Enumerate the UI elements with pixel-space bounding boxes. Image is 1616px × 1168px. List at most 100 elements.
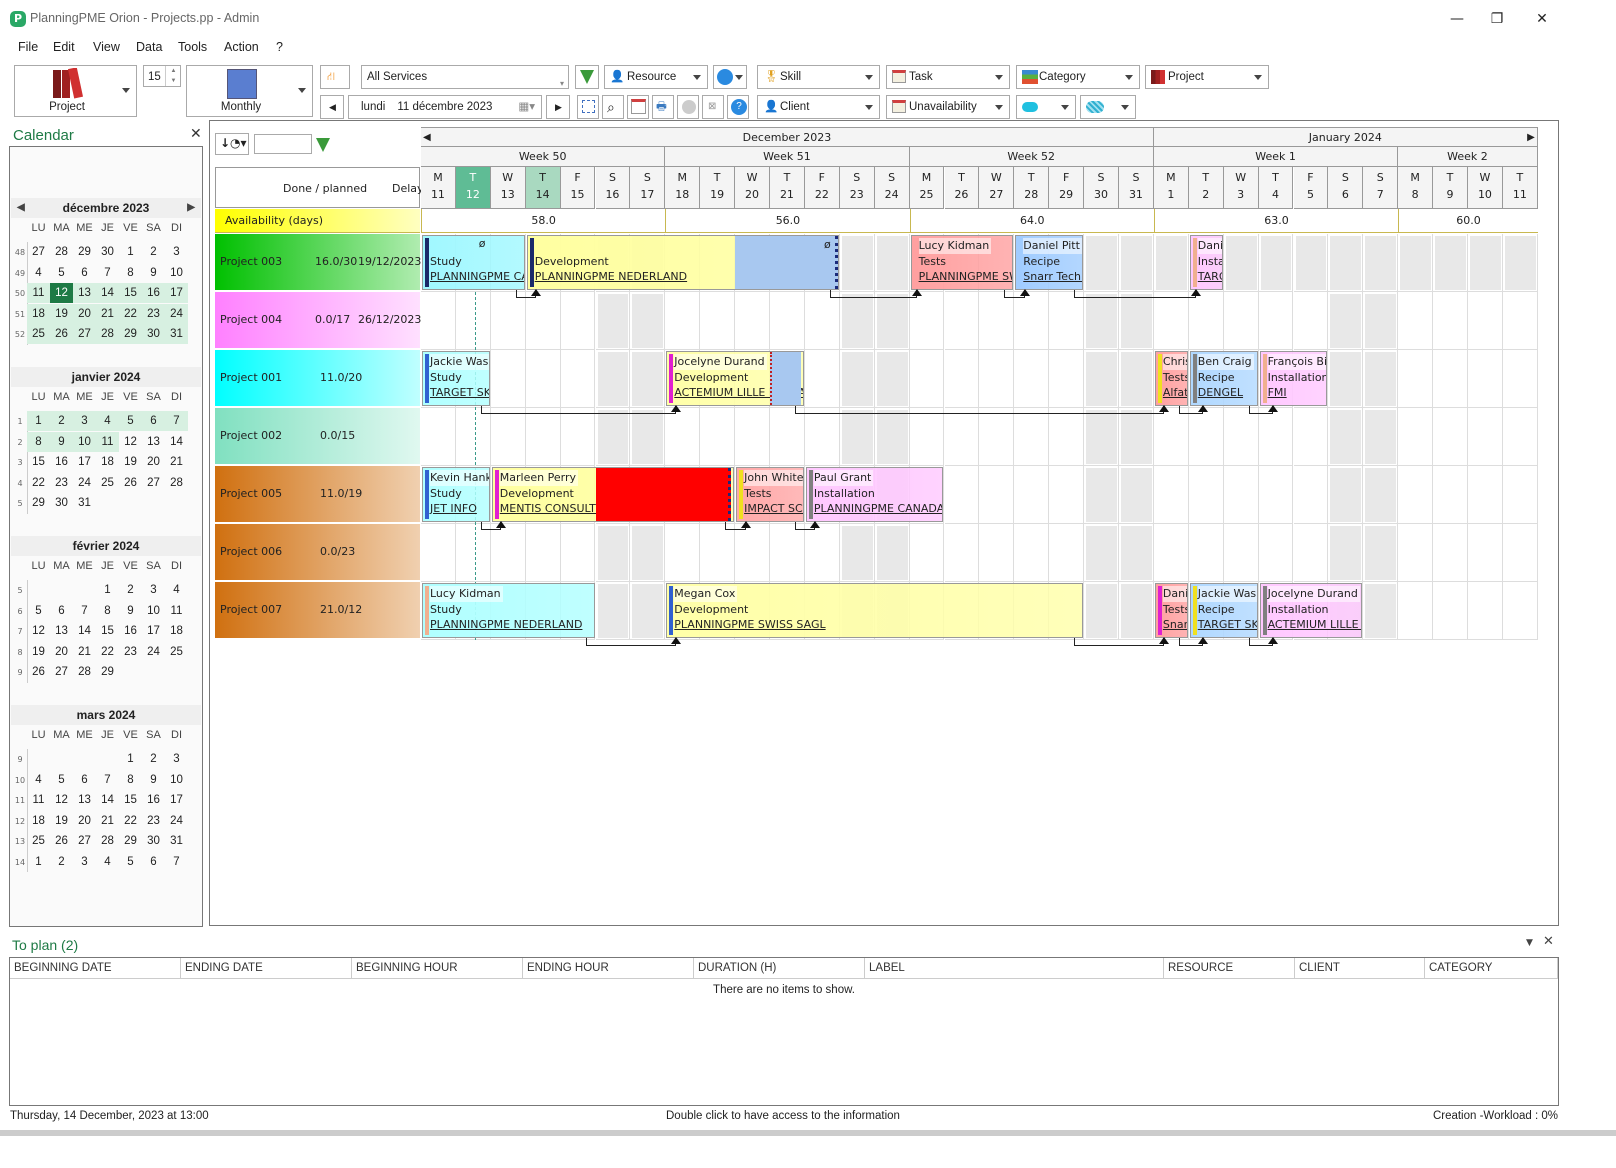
calendar-day[interactable]: 7: [96, 770, 119, 790]
grid-cell[interactable]: [1293, 292, 1329, 350]
task-dropdown[interactable]: Task: [886, 65, 1010, 89]
task-bar[interactable]: Kevin HanksStudyJET INFO: [422, 467, 490, 522]
day-header[interactable]: S 17: [630, 167, 666, 209]
calendar-day[interactable]: 7: [165, 852, 188, 872]
day-header[interactable]: T 19: [700, 167, 736, 209]
calendar-day[interactable]: 4: [96, 411, 119, 431]
resource-dropdown[interactable]: 👤 Resource: [604, 65, 708, 89]
grid-cell[interactable]: [735, 408, 770, 466]
view-selector-button[interactable]: Project: [14, 65, 137, 117]
calendar-day[interactable]: 10: [142, 601, 165, 621]
calendar-day[interactable]: 2: [50, 852, 73, 872]
calendar-day[interactable]: 5: [50, 263, 73, 283]
menu-data[interactable]: Data: [136, 40, 162, 54]
calendar-day[interactable]: 15: [119, 790, 142, 810]
project-row-label[interactable]: Project 005 11.0/19: [215, 466, 420, 522]
grid-cell[interactable]: [944, 524, 980, 582]
calendar-day[interactable]: 18: [165, 621, 188, 641]
grid-cell[interactable]: [979, 466, 1015, 524]
calendar-day[interactable]: 9: [50, 431, 73, 452]
grid-cell[interactable]: [1433, 408, 1468, 466]
calendar-check-button[interactable]: [627, 95, 649, 119]
calendar-day[interactable]: 24: [165, 811, 188, 831]
hierarchy-filter-button[interactable]: ⛙: [320, 65, 350, 89]
calendar-dropdown-icon[interactable]: ▦▾: [518, 96, 535, 118]
calendar-day[interactable]: 12: [27, 621, 50, 641]
horizontal-scrollbar[interactable]: [0, 1130, 1616, 1136]
day-header[interactable]: M 18: [665, 167, 701, 209]
calendar-day[interactable]: 14: [165, 432, 188, 452]
grid-cell[interactable]: [560, 408, 596, 466]
calendar-day[interactable]: 15: [27, 452, 50, 472]
grid-cell[interactable]: [665, 408, 701, 466]
grid-cell[interactable]: [1258, 408, 1294, 466]
grid-cell[interactable]: [1049, 292, 1085, 350]
calendar-day[interactable]: 13: [73, 790, 96, 810]
scroll-left-icon[interactable]: ◀: [423, 128, 431, 148]
filter-funnel-icon[interactable]: [316, 138, 330, 152]
day-header[interactable]: T 11: [1502, 167, 1538, 209]
task-client[interactable]: PLANNINGPME CANADA: [430, 269, 524, 285]
calendar-day[interactable]: 29: [119, 831, 142, 851]
grid-cell[interactable]: [909, 350, 945, 408]
calendar-day[interactable]: 4: [96, 852, 119, 872]
calendar-day[interactable]: 21: [96, 303, 119, 324]
calendar-day[interactable]: 20: [73, 811, 96, 831]
calendar-day[interactable]: 28: [165, 473, 188, 493]
day-header[interactable]: F 15: [560, 167, 596, 209]
calendar-day[interactable]: 3: [73, 411, 96, 431]
grid-cell[interactable]: [770, 524, 805, 582]
calendar-day[interactable]: 24: [142, 642, 165, 662]
calendar-day[interactable]: 29: [27, 493, 50, 513]
calendar-day[interactable]: 9: [119, 601, 142, 621]
next-month-icon[interactable]: ▶: [187, 198, 195, 218]
day-header[interactable]: T4: [1258, 167, 1294, 209]
calendar-day[interactable]: 17: [142, 621, 165, 641]
day-header[interactable]: W 10: [1468, 167, 1503, 209]
day-header[interactable]: F5: [1293, 167, 1329, 209]
menu-tools[interactable]: Tools: [178, 40, 207, 54]
calendar-day[interactable]: 27: [73, 324, 96, 344]
task-client[interactable]: IMPACT SCHEDULING: [744, 501, 803, 517]
project-row-label[interactable]: Project 002 0.0/15: [215, 408, 420, 464]
calendar-day[interactable]: 12: [50, 283, 73, 303]
toggle-display-dropdown[interactable]: [1016, 95, 1076, 119]
column-header[interactable]: RESOURCE: [1164, 958, 1295, 978]
calendar-day[interactable]: 4: [27, 263, 50, 283]
grid-cell[interactable]: [490, 292, 526, 350]
calendar-day[interactable]: 1: [119, 242, 142, 262]
dependency-link[interactable]: [585, 638, 676, 646]
day-header[interactable]: T 21: [770, 167, 805, 209]
calendar-close-icon[interactable]: ✕: [190, 126, 202, 142]
grid-cell[interactable]: [979, 350, 1015, 408]
grid-cell[interactable]: [525, 350, 561, 408]
grid-cell[interactable]: [1293, 524, 1329, 582]
grid-cell[interactable]: [421, 524, 456, 582]
calendar-day[interactable]: 18: [27, 811, 50, 831]
day-header[interactable]: W3: [1223, 167, 1259, 209]
grid-cell[interactable]: [944, 466, 980, 524]
day-header[interactable]: T9: [1433, 167, 1468, 209]
grid-cell[interactable]: [700, 408, 736, 466]
task-bar[interactable]: Jackie WashRecipeTARGET SKIL: [1189, 583, 1258, 638]
grid-cell[interactable]: [1468, 292, 1503, 350]
grid-cell[interactable]: [1468, 524, 1503, 582]
calendar-day[interactable]: 28: [50, 242, 73, 262]
task-bar[interactable]: Jocelyne Durand Installation ACTEMIUM LILL…: [1259, 583, 1363, 638]
grid-cell[interactable]: [1188, 408, 1224, 466]
grid-cell[interactable]: [735, 292, 770, 350]
calendar-day[interactable]: 30: [50, 493, 73, 513]
column-header[interactable]: LABEL: [865, 958, 1164, 978]
day-header[interactable]: S7: [1363, 167, 1399, 209]
calendar-day[interactable]: 12: [119, 432, 142, 452]
menu-action[interactable]: Action: [224, 40, 259, 54]
grid-cell[interactable]: [804, 292, 840, 350]
calendar-day[interactable]: 1: [96, 580, 119, 600]
next-date-button[interactable]: ▶: [546, 95, 570, 119]
calendar-day[interactable]: 2: [142, 749, 165, 769]
grid-cell[interactable]: [490, 350, 526, 408]
calendar-day[interactable]: 25: [27, 831, 50, 851]
services-dropdown[interactable]: All Services ▾: [361, 65, 569, 89]
print-button[interactable]: 🖶: [652, 95, 674, 119]
grid-cell[interactable]: [1433, 524, 1468, 582]
